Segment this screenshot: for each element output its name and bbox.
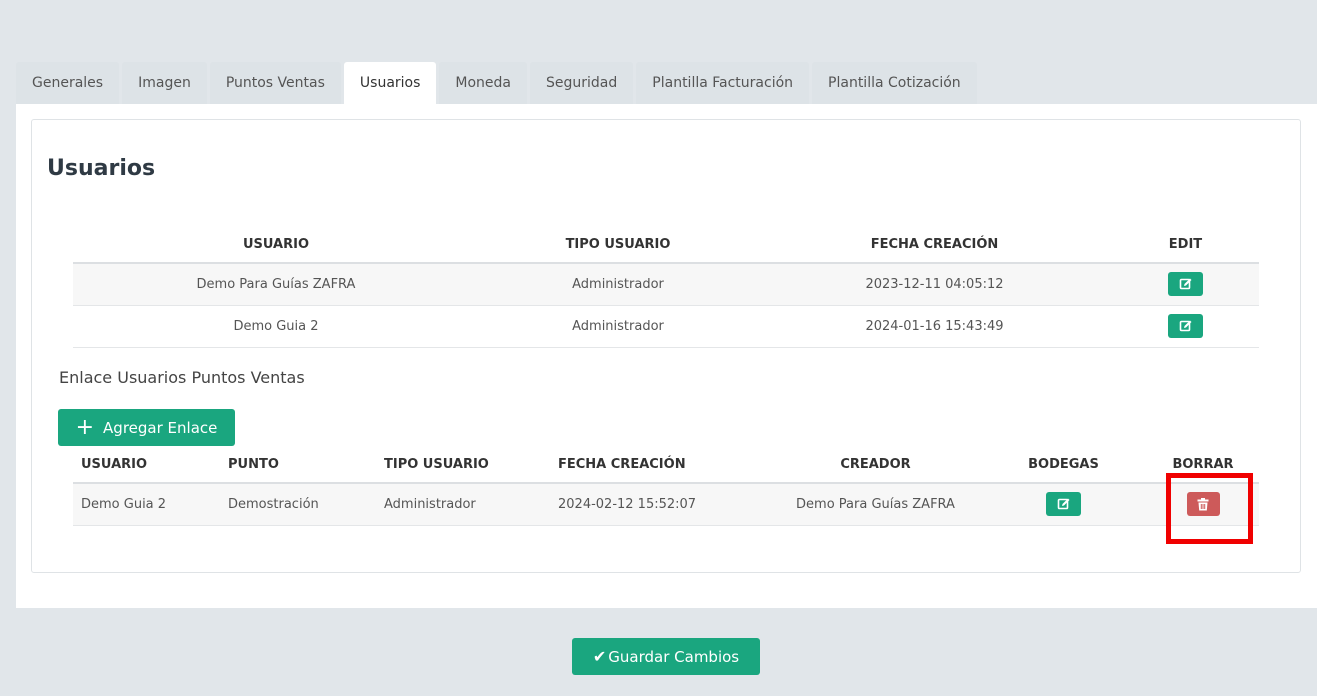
col-punto: PUNTO [220,447,376,484]
save-changes-button[interactable]: ✔ Guardar Cambios [572,638,760,675]
edit-icon [1179,278,1191,290]
tab-seguridad[interactable]: Seguridad [530,62,634,104]
table-header-row: USUARIO TIPO USUARIO FECHA CREACIÓN EDIT [73,227,1259,264]
tab-imagen[interactable]: Imagen [122,62,207,104]
cell-tipo: Administrador [479,305,757,348]
save-changes-label: Guardar Cambios [608,647,740,666]
edit-icon [1057,498,1069,510]
col-usuario: USUARIO [73,227,479,264]
table-row: Demo Guia 2 Demostración Administrador 2… [73,483,1259,526]
tab-puntos-ventas[interactable]: Puntos Ventas [209,62,341,104]
tab-plantilla-facturacion[interactable]: Plantilla Facturación [636,62,810,104]
col-usuario: USUARIO [73,447,220,484]
cell-usuario: Demo Guia 2 [73,305,479,348]
tab-generales[interactable]: Generales [16,62,120,104]
edit-bodegas-button[interactable] [1046,492,1081,517]
add-link-button[interactable]: + Agregar Enlace [58,409,235,446]
cell-edit [1112,305,1259,348]
tab-plantilla-cotizacion[interactable]: Plantilla Cotización [812,62,977,104]
users-panel: Usuarios USUARIO TIPO USUARIO FECHA CREA… [31,119,1301,573]
col-fecha-creacion: FECHA CREACIÓN [757,227,1112,264]
col-fecha-creacion: FECHA CREACIÓN [550,447,771,484]
section-title-enlace: Enlace Usuarios Puntos Ventas [59,368,305,387]
table-row: Demo Guia 2 Administrador 2024-01-16 15:… [73,305,1259,348]
cell-creador: Demo Para Guías ZAFRA [771,483,980,526]
page-title: Usuarios [47,156,156,181]
cell-usuario: Demo Guia 2 [73,483,220,526]
add-link-label: Agregar Enlace [103,418,218,437]
cell-fecha: 2024-02-12 15:52:07 [550,483,771,526]
cell-tipo: Administrador [479,263,757,306]
tab-content: Usuarios USUARIO TIPO USUARIO FECHA CREA… [16,104,1317,608]
edit-icon [1179,320,1191,332]
table-row: Demo Para Guías ZAFRA Administrador 2023… [73,263,1259,306]
edit-user-button[interactable] [1168,314,1203,338]
users-table: USUARIO TIPO USUARIO FECHA CREACIÓN EDIT… [73,227,1259,348]
cell-fecha: 2023-12-11 04:05:12 [757,263,1112,306]
tab-usuarios[interactable]: Usuarios [343,62,437,104]
plus-icon: + [75,414,95,440]
links-table: USUARIO PUNTO TIPO USUARIO FECHA CREACIÓ… [73,447,1259,526]
cell-bodegas [980,483,1147,526]
cell-edit [1112,263,1259,306]
edit-user-button[interactable] [1168,272,1203,297]
cell-punto: Demostración [220,483,376,526]
check-icon: ✔ [592,647,607,666]
col-creador: CREADOR [771,447,980,484]
col-bodegas: BODEGAS [980,447,1147,484]
table-header-row: USUARIO PUNTO TIPO USUARIO FECHA CREACIÓ… [73,447,1259,484]
highlight-box [1166,473,1253,544]
col-tipo-usuario: TIPO USUARIO [376,447,550,484]
cell-usuario: Demo Para Guías ZAFRA [73,263,479,306]
cell-fecha: 2024-01-16 15:43:49 [757,305,1112,348]
tab-bar: Generales Imagen Puntos Ventas Usuarios … [16,62,980,104]
cell-tipo: Administrador [376,483,550,526]
col-tipo-usuario: TIPO USUARIO [479,227,757,264]
col-edit: EDIT [1112,227,1259,264]
tab-moneda[interactable]: Moneda [439,62,528,104]
